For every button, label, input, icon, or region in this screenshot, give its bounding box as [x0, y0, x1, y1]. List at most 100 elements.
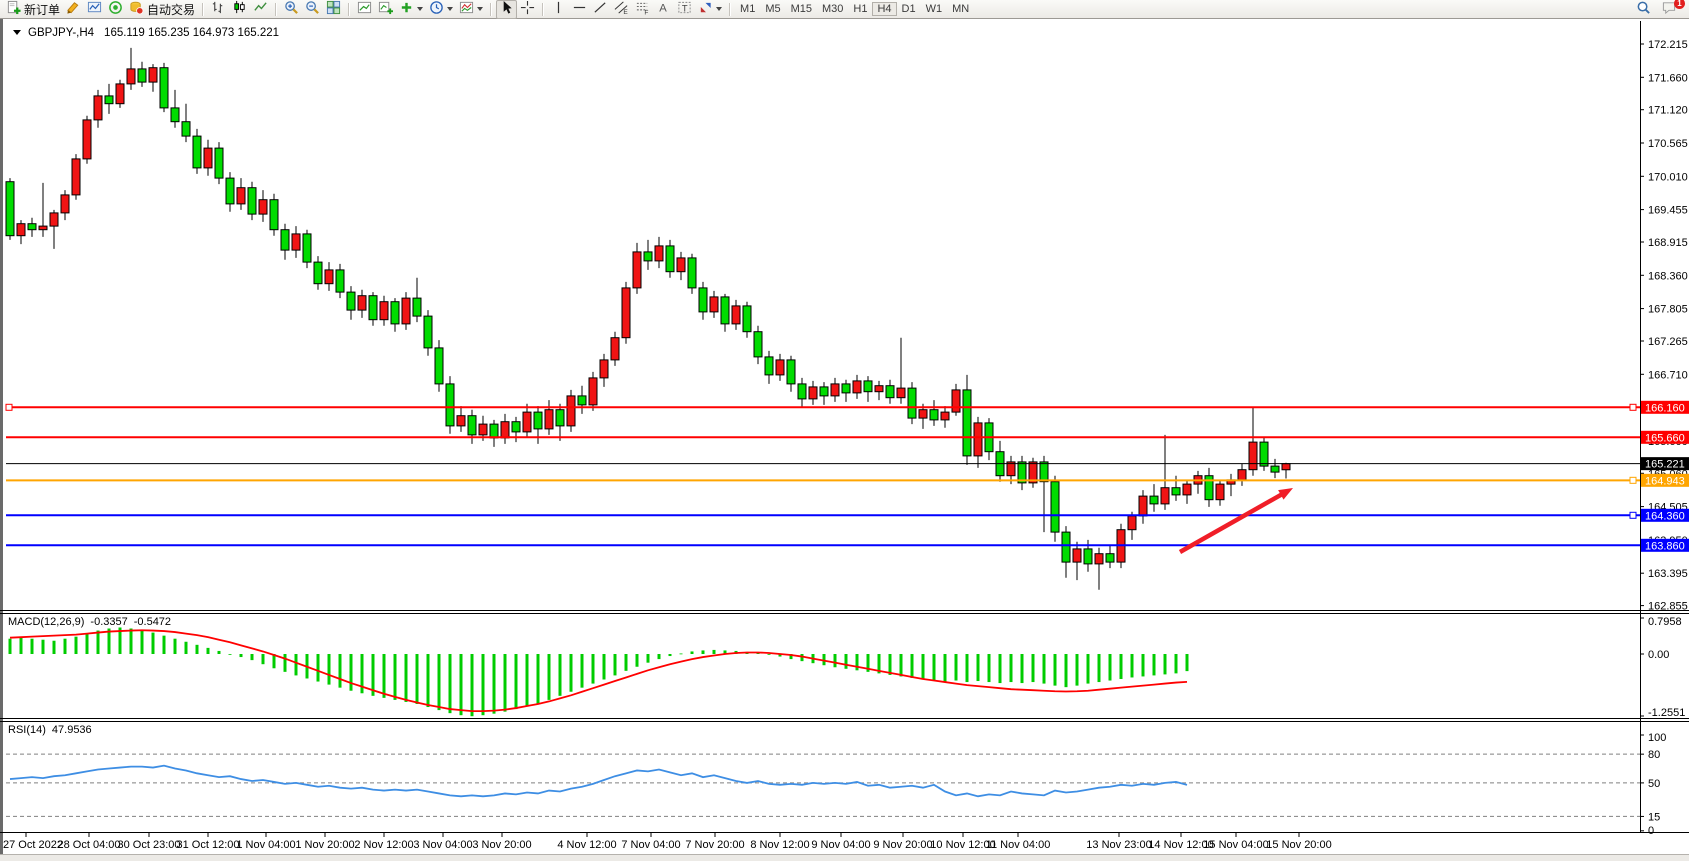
bar-chart-button[interactable]: [208, 1, 229, 18]
clock-icon: [429, 0, 444, 18]
candle: [1106, 554, 1114, 562]
line-handle[interactable]: [6, 404, 12, 410]
new-order-label: 新订单: [24, 1, 60, 18]
svg-text:170.565: 170.565: [1648, 138, 1688, 150]
line-chart-button[interactable]: [250, 1, 271, 18]
candle: [446, 384, 454, 426]
tab-h4[interactable]: H4: [872, 2, 896, 16]
candle: [567, 396, 575, 426]
candle: [1073, 549, 1081, 562]
chart-area[interactable]: 172.215171.660171.120170.565170.010169.4…: [0, 0, 1689, 861]
horizontal-line-icon: [572, 0, 587, 18]
svg-text:T: T: [682, 3, 688, 13]
candle: [171, 108, 179, 122]
toolbar-separator: [202, 3, 204, 16]
candle: [798, 384, 806, 399]
line-handle[interactable]: [1630, 404, 1636, 410]
candlestick-chart-button[interactable]: [229, 1, 250, 18]
text-label-button[interactable]: T: [674, 1, 695, 18]
horizontal-line-button[interactable]: [569, 1, 590, 18]
line-chart-icon: [253, 0, 268, 18]
autotrade-button[interactable]: 自动交易: [126, 1, 198, 18]
add-indicator-button[interactable]: [396, 1, 426, 18]
svg-text:165.221: 165.221: [1645, 459, 1685, 471]
vertical-line-button[interactable]: [548, 1, 569, 18]
text-button[interactable]: A: [653, 1, 674, 18]
notifications-button[interactable]: 1: [1658, 1, 1680, 18]
candle: [677, 258, 685, 272]
candle: [17, 224, 25, 236]
channel-button[interactable]: E: [611, 1, 632, 18]
svg-text:15 Nov 20:00: 15 Nov 20:00: [1266, 839, 1331, 851]
new-chart-button[interactable]: [375, 1, 396, 18]
new-order-button[interactable]: 新订单: [3, 1, 63, 18]
price-tag-165.660: 165.660: [1641, 431, 1689, 445]
candle: [479, 424, 487, 435]
macd-histogram: [9, 627, 1189, 716]
candle: [534, 412, 542, 429]
candle: [875, 386, 883, 392]
svg-text:165.660: 165.660: [1645, 432, 1685, 444]
candle: [369, 296, 377, 320]
chart-profile-button[interactable]: [354, 1, 375, 18]
arrows-button[interactable]: [695, 1, 725, 18]
tab-d1[interactable]: D1: [897, 2, 921, 16]
zoom-in-icon: [284, 0, 299, 18]
cursor-button[interactable]: [496, 0, 517, 19]
macd-label: MACD(12,26,9)-0.3357-0.5472: [8, 616, 171, 628]
candle: [886, 386, 894, 398]
tab-h1[interactable]: H1: [848, 2, 872, 16]
candle: [1051, 482, 1059, 532]
title-collapse-icon[interactable]: [13, 30, 21, 35]
candle: [380, 302, 388, 320]
toolbar-separator: [348, 3, 350, 16]
signal-button[interactable]: [105, 1, 126, 18]
window-bottom-edge: [0, 855, 1689, 861]
period-clock-button[interactable]: [426, 1, 456, 18]
candle: [347, 292, 355, 310]
tab-m30[interactable]: M30: [817, 2, 848, 16]
candle: [83, 120, 91, 159]
caret-down-icon: [477, 7, 483, 11]
tab-m1[interactable]: M1: [735, 2, 760, 16]
svg-text:164.360: 164.360: [1645, 510, 1685, 522]
indicators-list-button[interactable]: [456, 1, 486, 18]
time-axis-labels[interactable]: 27 Oct 202228 Oct 04:0030 Oct 23:0031 Oc…: [3, 832, 1332, 851]
candle: [1040, 462, 1048, 482]
tab-m5[interactable]: M5: [760, 2, 785, 16]
candle: [952, 390, 960, 412]
svg-text:164.943: 164.943: [1645, 475, 1685, 487]
tab-mn[interactable]: MN: [947, 2, 974, 16]
candle: [237, 188, 245, 204]
tab-m15[interactable]: M15: [786, 2, 817, 16]
candle: [809, 387, 817, 399]
line-handle[interactable]: [1630, 477, 1636, 483]
candle: [699, 288, 707, 312]
candle: [589, 378, 597, 405]
crosshair-button[interactable]: [517, 1, 538, 18]
search-button[interactable]: [1633, 1, 1654, 18]
zoom-out-button[interactable]: [302, 1, 323, 18]
svg-text:170.010: 170.010: [1648, 171, 1688, 183]
candle: [94, 96, 102, 120]
chart-window-button[interactable]: [84, 1, 105, 18]
candle: [710, 297, 718, 312]
trend-arrow[interactable]: [1180, 492, 1286, 552]
candle: [28, 224, 36, 230]
trendline-button[interactable]: [590, 1, 611, 18]
chart-title: GBPJPY-,H4165.119 165.235 164.973 165.22…: [28, 27, 279, 39]
svg-text:7 Nov 20:00: 7 Nov 20:00: [685, 839, 744, 851]
tab-w1[interactable]: W1: [921, 2, 948, 16]
rsi-axis-label: 0: [1648, 825, 1654, 837]
chart-window-icon: [87, 0, 102, 18]
zoom-in-button[interactable]: [281, 1, 302, 18]
svg-text:168.915: 168.915: [1648, 237, 1688, 249]
tile-windows-button[interactable]: [323, 1, 344, 18]
candle: [182, 122, 190, 136]
candle: [413, 298, 421, 316]
line-handle[interactable]: [1630, 512, 1636, 518]
trend-arrow-head[interactable]: [1278, 488, 1293, 500]
rsi-axis-label: 100: [1648, 732, 1666, 744]
crayon-button[interactable]: [63, 1, 84, 18]
fibonacci-button[interactable]: F: [632, 1, 653, 18]
